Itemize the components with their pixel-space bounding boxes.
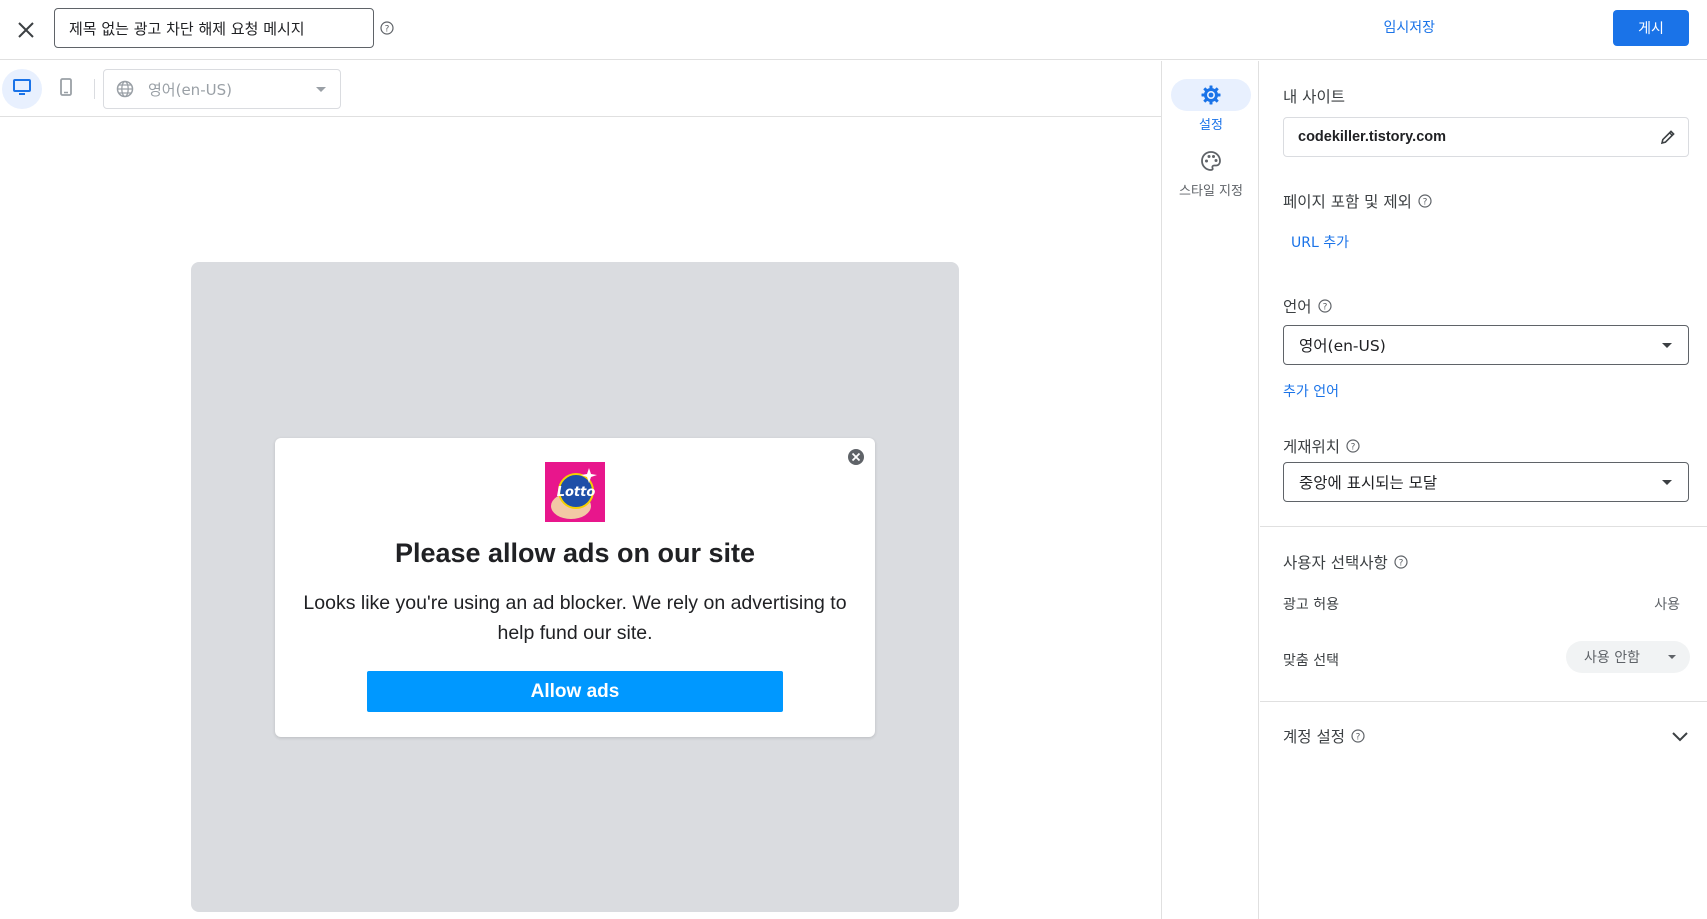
globe-icon (116, 80, 134, 98)
modal-title: Please allow ads on our site (394, 538, 756, 568)
modal-body: Looks like you're using an ad blocker. W… (303, 592, 847, 644)
ad-block-modal: Lotto Please allow ads on our site Looks… (275, 438, 875, 737)
help-icon[interactable]: ? (1346, 439, 1360, 453)
desktop-view-button[interactable] (2, 69, 42, 109)
help-icon[interactable]: ? (1351, 729, 1365, 743)
site-field: codekiller.tistory.com (1283, 117, 1689, 157)
placement-label: 게재위치 ? (1283, 435, 1360, 457)
language-select-value: 영어(en-US) (1299, 337, 1386, 355)
section-divider (1260, 701, 1707, 702)
modal-close-icon[interactable] (847, 448, 865, 466)
toolbar-divider (94, 79, 95, 99)
chevron-down-icon[interactable] (1671, 728, 1689, 747)
site-value: codekiller.tistory.com (1298, 129, 1447, 145)
user-choices-label: 사용자 선택사항 ? (1283, 551, 1408, 573)
rail-label-settings: 설정 (1199, 118, 1223, 133)
mobile-view-button[interactable] (46, 69, 86, 109)
settings-panel: 내 사이트 codekiller.tistory.com 페이지 포함 및 제외… (1260, 61, 1707, 919)
chevron-down-icon (1668, 655, 1676, 659)
svg-text:?: ? (1398, 559, 1403, 569)
help-icon[interactable]: ? (380, 20, 394, 39)
svg-text:?: ? (1322, 303, 1327, 313)
publish-button[interactable]: 게시 (1613, 10, 1689, 46)
account-settings-label-text: 계정 설정 (1283, 728, 1345, 746)
language-select[interactable]: 영어(en-US) (1283, 325, 1689, 365)
svg-text:?: ? (1422, 198, 1427, 208)
mobile-icon (60, 78, 72, 100)
palette-icon (1171, 145, 1251, 177)
rail-item-settings[interactable]: 설정 (1170, 79, 1252, 133)
chevron-down-icon (316, 87, 326, 92)
help-icon[interactable]: ? (1418, 194, 1432, 208)
help-icon[interactable]: ? (1317, 299, 1332, 313)
gear-icon (1171, 79, 1251, 111)
pages-label-text: 페이지 포함 및 제외 (1283, 193, 1412, 211)
section-divider (1260, 526, 1707, 527)
language-label: 언어 ? (1283, 295, 1332, 317)
close-icon[interactable] (10, 14, 42, 46)
preview-toolbar: 영어(en-US) (0, 61, 1161, 117)
my-site-label: 내 사이트 (1283, 85, 1345, 107)
language-label-text: 언어 (1283, 298, 1312, 316)
pages-include-exclude-label: 페이지 포함 및 제외 ? (1283, 190, 1432, 212)
my-site-label-text: 내 사이트 (1283, 88, 1345, 106)
account-settings-label[interactable]: 계정 설정 ? (1283, 725, 1365, 747)
add-language-link[interactable]: 추가 언어 (1283, 381, 1339, 401)
preview-language-value: 영어(en-US) (148, 80, 232, 99)
placement-select[interactable]: 중앙에 표시되는 모달 (1283, 462, 1689, 502)
allow-ads-button[interactable]: Allow ads (367, 671, 783, 712)
svg-text:?: ? (1351, 443, 1356, 453)
add-url-link[interactable]: URL 추가 (1291, 232, 1349, 252)
pencil-icon[interactable] (1660, 129, 1676, 149)
desktop-icon (13, 79, 31, 99)
rail-label-style: 스타일 지정 (1179, 184, 1243, 199)
help-icon[interactable]: ? (1394, 555, 1408, 569)
svg-text:?: ? (1356, 733, 1361, 743)
side-rail: 설정 스타일 지정 (1161, 61, 1259, 919)
preview-language-select[interactable]: 영어(en-US) (103, 69, 341, 109)
custom-choice-dropdown[interactable]: 사용 안함 (1566, 641, 1690, 673)
svg-text:?: ? (385, 25, 390, 35)
placement-label-text: 게재위치 (1283, 438, 1341, 456)
chevron-down-icon (1662, 480, 1672, 485)
logo-text: Lotto (557, 485, 596, 500)
user-choices-label-text: 사용자 선택사항 (1283, 554, 1388, 572)
top-bar: ? 임시저장 게시 (0, 0, 1707, 60)
message-title-input[interactable] (54, 8, 374, 48)
custom-choice-value: 사용 안함 (1584, 650, 1640, 666)
custom-choice-row-label: 맞춤 선택 (1283, 653, 1339, 669)
chevron-down-icon (1662, 343, 1672, 348)
save-draft-button[interactable]: 임시저장 (1383, 17, 1435, 37)
allow-ads-row-label: 광고 허용 (1283, 597, 1339, 613)
rail-item-style[interactable]: 스타일 지정 (1170, 145, 1252, 199)
site-logo: Lotto (545, 462, 605, 522)
placement-select-value: 중앙에 표시되는 모달 (1299, 474, 1438, 492)
allow-ads-row-value: 사용 (1654, 597, 1680, 613)
